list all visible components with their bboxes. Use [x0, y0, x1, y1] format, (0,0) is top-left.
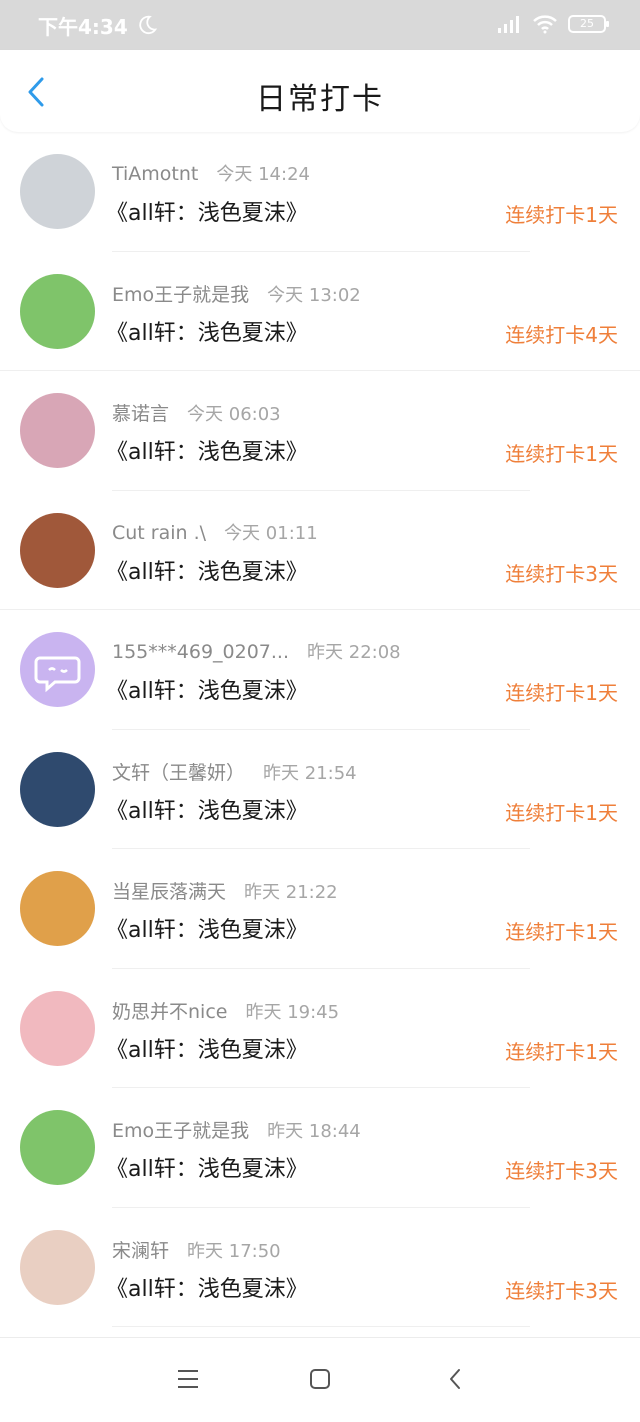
streak-badge: 连续打卡1天 — [505, 203, 618, 227]
page-title: 日常打卡 — [256, 82, 384, 117]
checkin-time: 昨天 21:22 — [244, 882, 338, 903]
user-name[interactable]: 当星辰落满天 — [112, 881, 226, 903]
system-nav-bar — [0, 1337, 640, 1422]
menu-button[interactable] — [173, 1364, 203, 1394]
streak-badge: 连续打卡1天 — [505, 920, 618, 944]
divider — [112, 1326, 530, 1327]
checkin-content: 《all轩：浅色夏沫》 — [106, 559, 308, 585]
user-name[interactable]: 宋澜轩 — [112, 1240, 169, 1262]
menu-icon — [178, 1370, 198, 1388]
avatar[interactable] — [20, 154, 95, 229]
battery-icon: 25 — [568, 15, 609, 33]
checkin-row[interactable]: 宋澜轩 昨天 17:50 《all轩：浅色夏沫》 连续打卡3天 — [0, 1208, 640, 1327]
user-name[interactable]: Emo王子就是我 — [112, 1120, 249, 1142]
checkin-row[interactable]: 文轩（王馨妍） 昨天 21:54 《all轩：浅色夏沫》 连续打卡1天 — [0, 730, 640, 849]
streak-badge: 连续打卡4天 — [505, 322, 618, 347]
user-name[interactable]: 奶思并不nice — [112, 1001, 227, 1023]
streak-badge: 连续打卡3天 — [505, 1278, 618, 1303]
streak-badge: 连续打卡1天 — [505, 800, 618, 825]
checkin-content: 《all轩：浅色夏沫》 — [106, 679, 308, 704]
user-name[interactable]: Emo王子就是我 — [112, 284, 249, 306]
checkin-list: TiAmotnt 今天 14:24 《all轩：浅色夏沫》 连续打卡1天 Emo王… — [0, 132, 640, 1327]
checkin-row[interactable]: Emo王子就是我 今天 13:02 《all轩：浅色夏沫》 连续打卡4天 — [0, 252, 640, 371]
avatar[interactable] — [20, 512, 95, 588]
checkin-content: 《all轩：浅色夏沫》 — [106, 440, 308, 465]
user-name[interactable]: 155***469_0207... — [112, 641, 289, 663]
user-name[interactable]: 文轩（王馨妍） — [112, 762, 245, 784]
user-name[interactable]: TiAmotnt — [112, 163, 198, 185]
home-button[interactable] — [305, 1364, 335, 1394]
avatar[interactable] — [20, 393, 95, 468]
checkin-content: 《all轩：浅色夏沫》 — [106, 1276, 308, 1302]
avatar[interactable] — [20, 990, 95, 1066]
streak-badge: 连续打卡3天 — [505, 561, 618, 586]
streak-badge: 连续打卡3天 — [505, 1159, 618, 1183]
signal-icon — [498, 16, 519, 33]
home-square-icon — [310, 1369, 330, 1389]
checkin-content: 《all轩：浅色夏沫》 — [106, 201, 308, 226]
avatar[interactable] — [20, 1229, 95, 1305]
checkin-row[interactable]: 慕诺言 今天 06:03 《all轩：浅色夏沫》 连续打卡1天 — [0, 371, 640, 491]
moon-icon — [139, 15, 157, 35]
checkin-row[interactable]: 当星辰落满天 昨天 21:22 《all轩：浅色夏沫》 连续打卡1天 — [0, 849, 640, 969]
chat-bubble-icon — [34, 656, 81, 693]
streak-badge: 连续打卡1天 — [505, 681, 618, 705]
checkin-time: 昨天 19:45 — [245, 1001, 340, 1023]
avatar[interactable] — [20, 273, 95, 349]
checkin-time: 今天 13:02 — [267, 284, 361, 306]
checkin-content: 《all轩：浅色夏沫》 — [106, 320, 308, 346]
streak-badge: 连续打卡1天 — [505, 1039, 618, 1064]
checkin-time: 今天 06:03 — [187, 404, 281, 425]
checkin-row[interactable]: Emo王子就是我 昨天 18:44 《all轩：浅色夏沫》 连续打卡3天 — [0, 1088, 640, 1208]
avatar[interactable] — [20, 632, 95, 707]
avatar[interactable] — [20, 1110, 95, 1185]
avatar[interactable] — [20, 751, 95, 827]
checkin-content: 《all轩：浅色夏沫》 — [106, 798, 308, 824]
checkin-content: 《all轩：浅色夏沫》 — [106, 918, 308, 943]
status-icons: 25 — [496, 14, 609, 34]
checkin-time: 昨天 22:08 — [307, 642, 401, 663]
user-name[interactable]: Cut rain .\ — [112, 522, 206, 544]
wifi-icon — [533, 15, 557, 34]
checkin-row[interactable]: 奶思并不nice 昨天 19:45 《all轩：浅色夏沫》 连续打卡1天 — [0, 969, 640, 1088]
checkin-time: 今天 01:11 — [224, 522, 318, 544]
checkin-row[interactable]: Cut rain .\ 今天 01:11 《all轩：浅色夏沫》 连续打卡3天 — [0, 491, 640, 610]
nav-back-button[interactable] — [440, 1364, 470, 1394]
back-triangle-icon — [450, 1369, 460, 1389]
checkin-content: 《all轩：浅色夏沫》 — [106, 1037, 308, 1063]
checkin-row[interactable]: 155***469_0207... 昨天 22:08 《all轩：浅色夏沫》 连续… — [0, 610, 640, 730]
status-time: 下午4:34 — [38, 14, 128, 39]
checkin-content: 《all轩：浅色夏沫》 — [106, 1157, 308, 1182]
checkin-time: 昨天 18:44 — [267, 1121, 361, 1142]
checkin-time: 昨天 21:54 — [263, 762, 357, 784]
status-bar: 下午4:34 25 — [0, 0, 640, 50]
header: 日常打卡 — [0, 50, 640, 132]
checkin-row[interactable]: TiAmotnt 今天 14:24 《all轩：浅色夏沫》 连续打卡1天 — [0, 132, 640, 252]
checkin-time: 昨天 17:50 — [187, 1240, 281, 1262]
checkin-time: 今天 14:24 — [216, 164, 310, 185]
streak-badge: 连续打卡1天 — [505, 442, 618, 466]
user-name[interactable]: 慕诺言 — [112, 403, 169, 425]
avatar[interactable] — [20, 871, 95, 946]
